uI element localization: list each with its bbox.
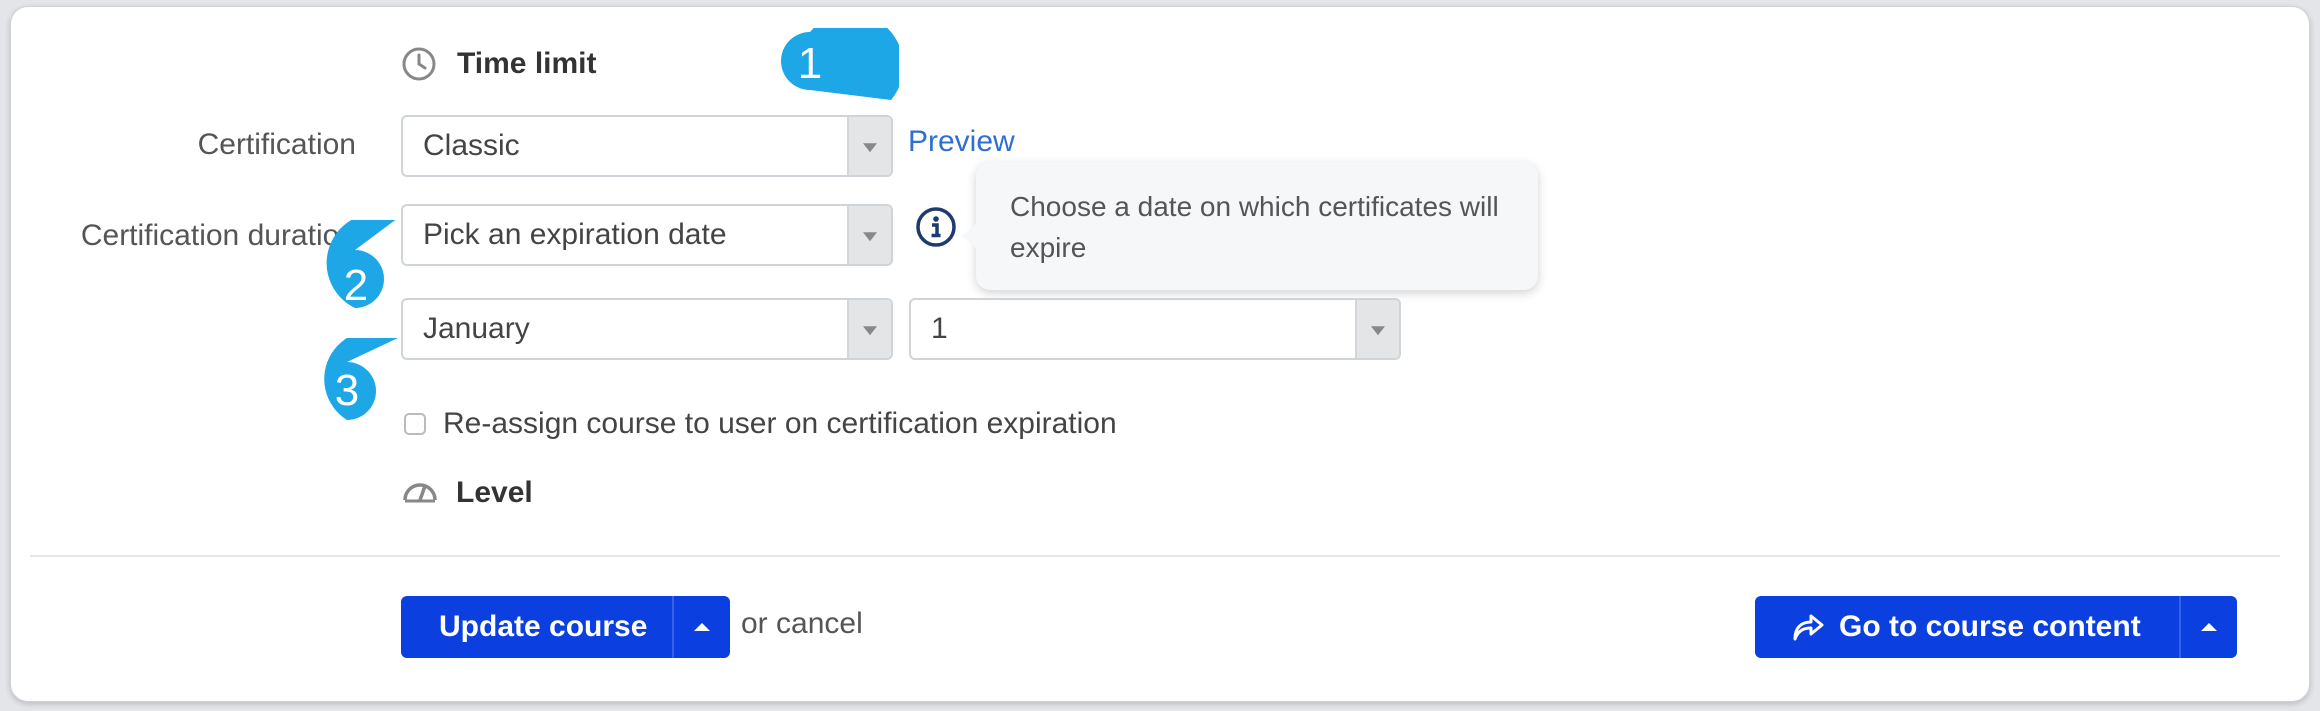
preview-link[interactable]: Preview — [908, 125, 1015, 159]
update-course-label: Update course — [439, 610, 648, 643]
annotation-marker-1: 1 — [779, 28, 899, 100]
time-limit-heading[interactable]: Time limit — [457, 47, 596, 81]
caret-up-icon[interactable] — [672, 596, 730, 658]
month-select[interactable]: January — [401, 298, 893, 360]
reassign-checkbox[interactable] — [404, 413, 426, 435]
certification-duration-value: Pick an expiration date — [423, 218, 727, 251]
chevron-down-icon[interactable] — [847, 206, 891, 264]
annotation-number-1: 1 — [797, 39, 823, 88]
go-to-course-content-label: Go to course content — [1839, 610, 2141, 643]
chevron-down-icon[interactable] — [1355, 300, 1399, 358]
certification-select-value: Classic — [423, 129, 520, 162]
reassign-checkbox-label[interactable]: Re-assign course to user on certificatio… — [443, 407, 1117, 441]
month-select-value: January — [423, 312, 530, 345]
or-text: or — [741, 607, 777, 640]
certification-duration-select[interactable]: Pick an expiration date — [401, 204, 893, 266]
info-tooltip: Choose a date on which certificates will… — [962, 162, 1538, 290]
annotation-marker-3: 3 — [313, 338, 398, 420]
certification-select[interactable]: Classic — [401, 115, 893, 177]
annotation-marker-2: 2 — [322, 220, 396, 310]
info-icon[interactable] — [915, 206, 957, 253]
go-to-course-content-button[interactable]: Go to course content — [1755, 596, 2237, 658]
day-select[interactable]: 1 — [909, 298, 1401, 360]
clock-icon — [401, 46, 437, 82]
annotation-number-3: 3 — [334, 366, 360, 415]
gauge-icon — [401, 474, 439, 504]
share-arrow-icon — [1791, 613, 1825, 651]
cancel-text: or cancel — [741, 607, 863, 641]
certification-label: Certification — [197, 128, 356, 161]
chevron-down-icon[interactable] — [847, 300, 891, 358]
level-heading[interactable]: Level — [456, 476, 533, 510]
cancel-link[interactable]: cancel — [776, 607, 863, 640]
footer-divider — [30, 555, 2280, 557]
annotation-number-2: 2 — [343, 261, 369, 310]
caret-up-icon[interactable] — [2179, 596, 2237, 658]
chevron-down-icon[interactable] — [847, 117, 891, 175]
certification-duration-label: Certification duration — [80, 219, 356, 252]
day-select-value: 1 — [931, 312, 948, 345]
update-course-button[interactable]: Update course — [401, 596, 730, 658]
